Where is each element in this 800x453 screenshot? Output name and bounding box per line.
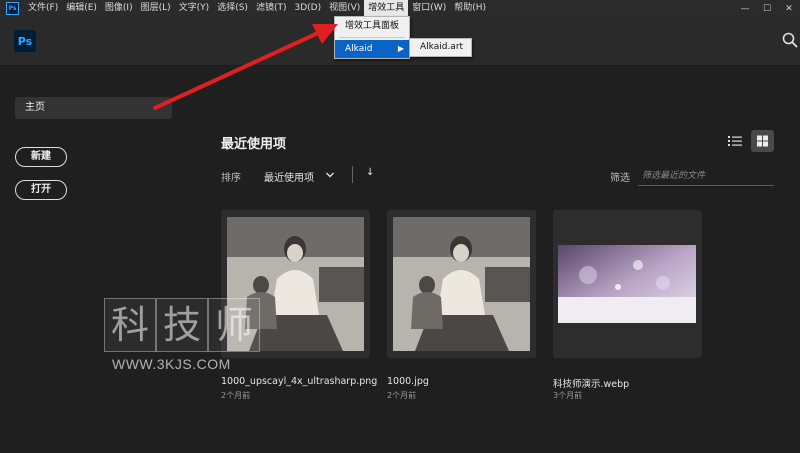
grid-view-button[interactable] bbox=[751, 130, 774, 152]
sort-label: 排序 bbox=[221, 173, 241, 184]
menu-file[interactable]: 文件(F) bbox=[24, 0, 62, 17]
file-name[interactable]: 科技师演示.webp bbox=[553, 376, 629, 390]
sort-dropdown[interactable]: 最近使用项 bbox=[264, 169, 314, 184]
menu-filter[interactable]: 滤镜(T) bbox=[252, 0, 291, 17]
close-button[interactable]: ✕ bbox=[778, 0, 800, 17]
watermark-url: WWW.3KJS.COM bbox=[112, 356, 231, 372]
file-thumbnail bbox=[393, 217, 530, 351]
menu-view[interactable]: 视图(V) bbox=[325, 0, 364, 17]
file-name[interactable]: 1000.jpg bbox=[387, 376, 429, 387]
menu-item-plugins-panel[interactable]: 增效工具面板 bbox=[335, 17, 409, 35]
watermark: 科 技 师 bbox=[104, 298, 260, 352]
search-icon[interactable] bbox=[782, 32, 798, 48]
file-date: 2个月前 bbox=[387, 391, 417, 400]
menu-layer[interactable]: 图层(L) bbox=[137, 0, 175, 17]
maximize-button[interactable]: ☐ bbox=[756, 0, 778, 17]
menu-help[interactable]: 帮助(H) bbox=[450, 0, 490, 17]
menu-edit[interactable]: 编辑(E) bbox=[62, 0, 101, 17]
filter-input[interactable] bbox=[638, 166, 774, 186]
file-name[interactable]: 1000_upscayl_4x_ultrasharp.png bbox=[221, 376, 377, 387]
window-controls: — ☐ ✕ bbox=[734, 0, 800, 17]
plugins-menu: 增效工具面板 Alkaid ▶ bbox=[334, 16, 410, 59]
grid-view-icon bbox=[757, 135, 768, 147]
filter-label: 筛选 bbox=[610, 173, 630, 184]
watermark-char: 技 bbox=[156, 298, 208, 352]
file-card[interactable] bbox=[387, 210, 536, 358]
file-date: 3个月前 bbox=[553, 391, 583, 400]
ps-app-icon: Ps bbox=[6, 2, 19, 15]
submenu-arrow-icon: ▶ bbox=[397, 44, 404, 53]
list-view-icon[interactable] bbox=[727, 133, 743, 149]
menu-item-label: Alkaid bbox=[345, 44, 373, 54]
menu-image[interactable]: 图像(I) bbox=[101, 0, 137, 17]
new-button[interactable]: 新建 bbox=[15, 147, 67, 167]
menu-3d[interactable]: 3D(D) bbox=[290, 0, 325, 17]
menu-bar: Ps 文件(F) 编辑(E) 图像(I) 图层(L) 文字(Y) 选择(S) 滤… bbox=[0, 0, 800, 17]
watermark-char: 科 bbox=[104, 298, 156, 352]
file-date: 2个月前 bbox=[221, 391, 251, 400]
menu-type[interactable]: 文字(Y) bbox=[175, 0, 214, 17]
file-thumbnail bbox=[558, 245, 696, 323]
menu-separator bbox=[339, 37, 405, 38]
sort-direction-button[interactable]: ↓ bbox=[366, 167, 374, 178]
minimize-button[interactable]: — bbox=[734, 0, 756, 17]
watermark-char: 师 bbox=[208, 298, 260, 352]
open-button[interactable]: 打开 bbox=[15, 180, 67, 200]
menu-plugins[interactable]: 增效工具 bbox=[364, 0, 409, 17]
chevron-down-icon[interactable] bbox=[325, 170, 335, 180]
recent-title: 最近使用项 bbox=[221, 137, 287, 152]
divider bbox=[352, 166, 353, 183]
photoshop-logo[interactable]: Ps bbox=[14, 30, 36, 52]
menu-item-alkaid[interactable]: Alkaid ▶ bbox=[335, 40, 409, 58]
sidebar-item-home[interactable]: 主页 bbox=[15, 97, 172, 119]
menu-window[interactable]: 窗口(W) bbox=[408, 0, 450, 17]
menu-select[interactable]: 选择(S) bbox=[213, 0, 252, 17]
file-card[interactable] bbox=[553, 210, 702, 358]
menu-item-alkaid-art[interactable]: Alkaid.art bbox=[409, 38, 472, 57]
